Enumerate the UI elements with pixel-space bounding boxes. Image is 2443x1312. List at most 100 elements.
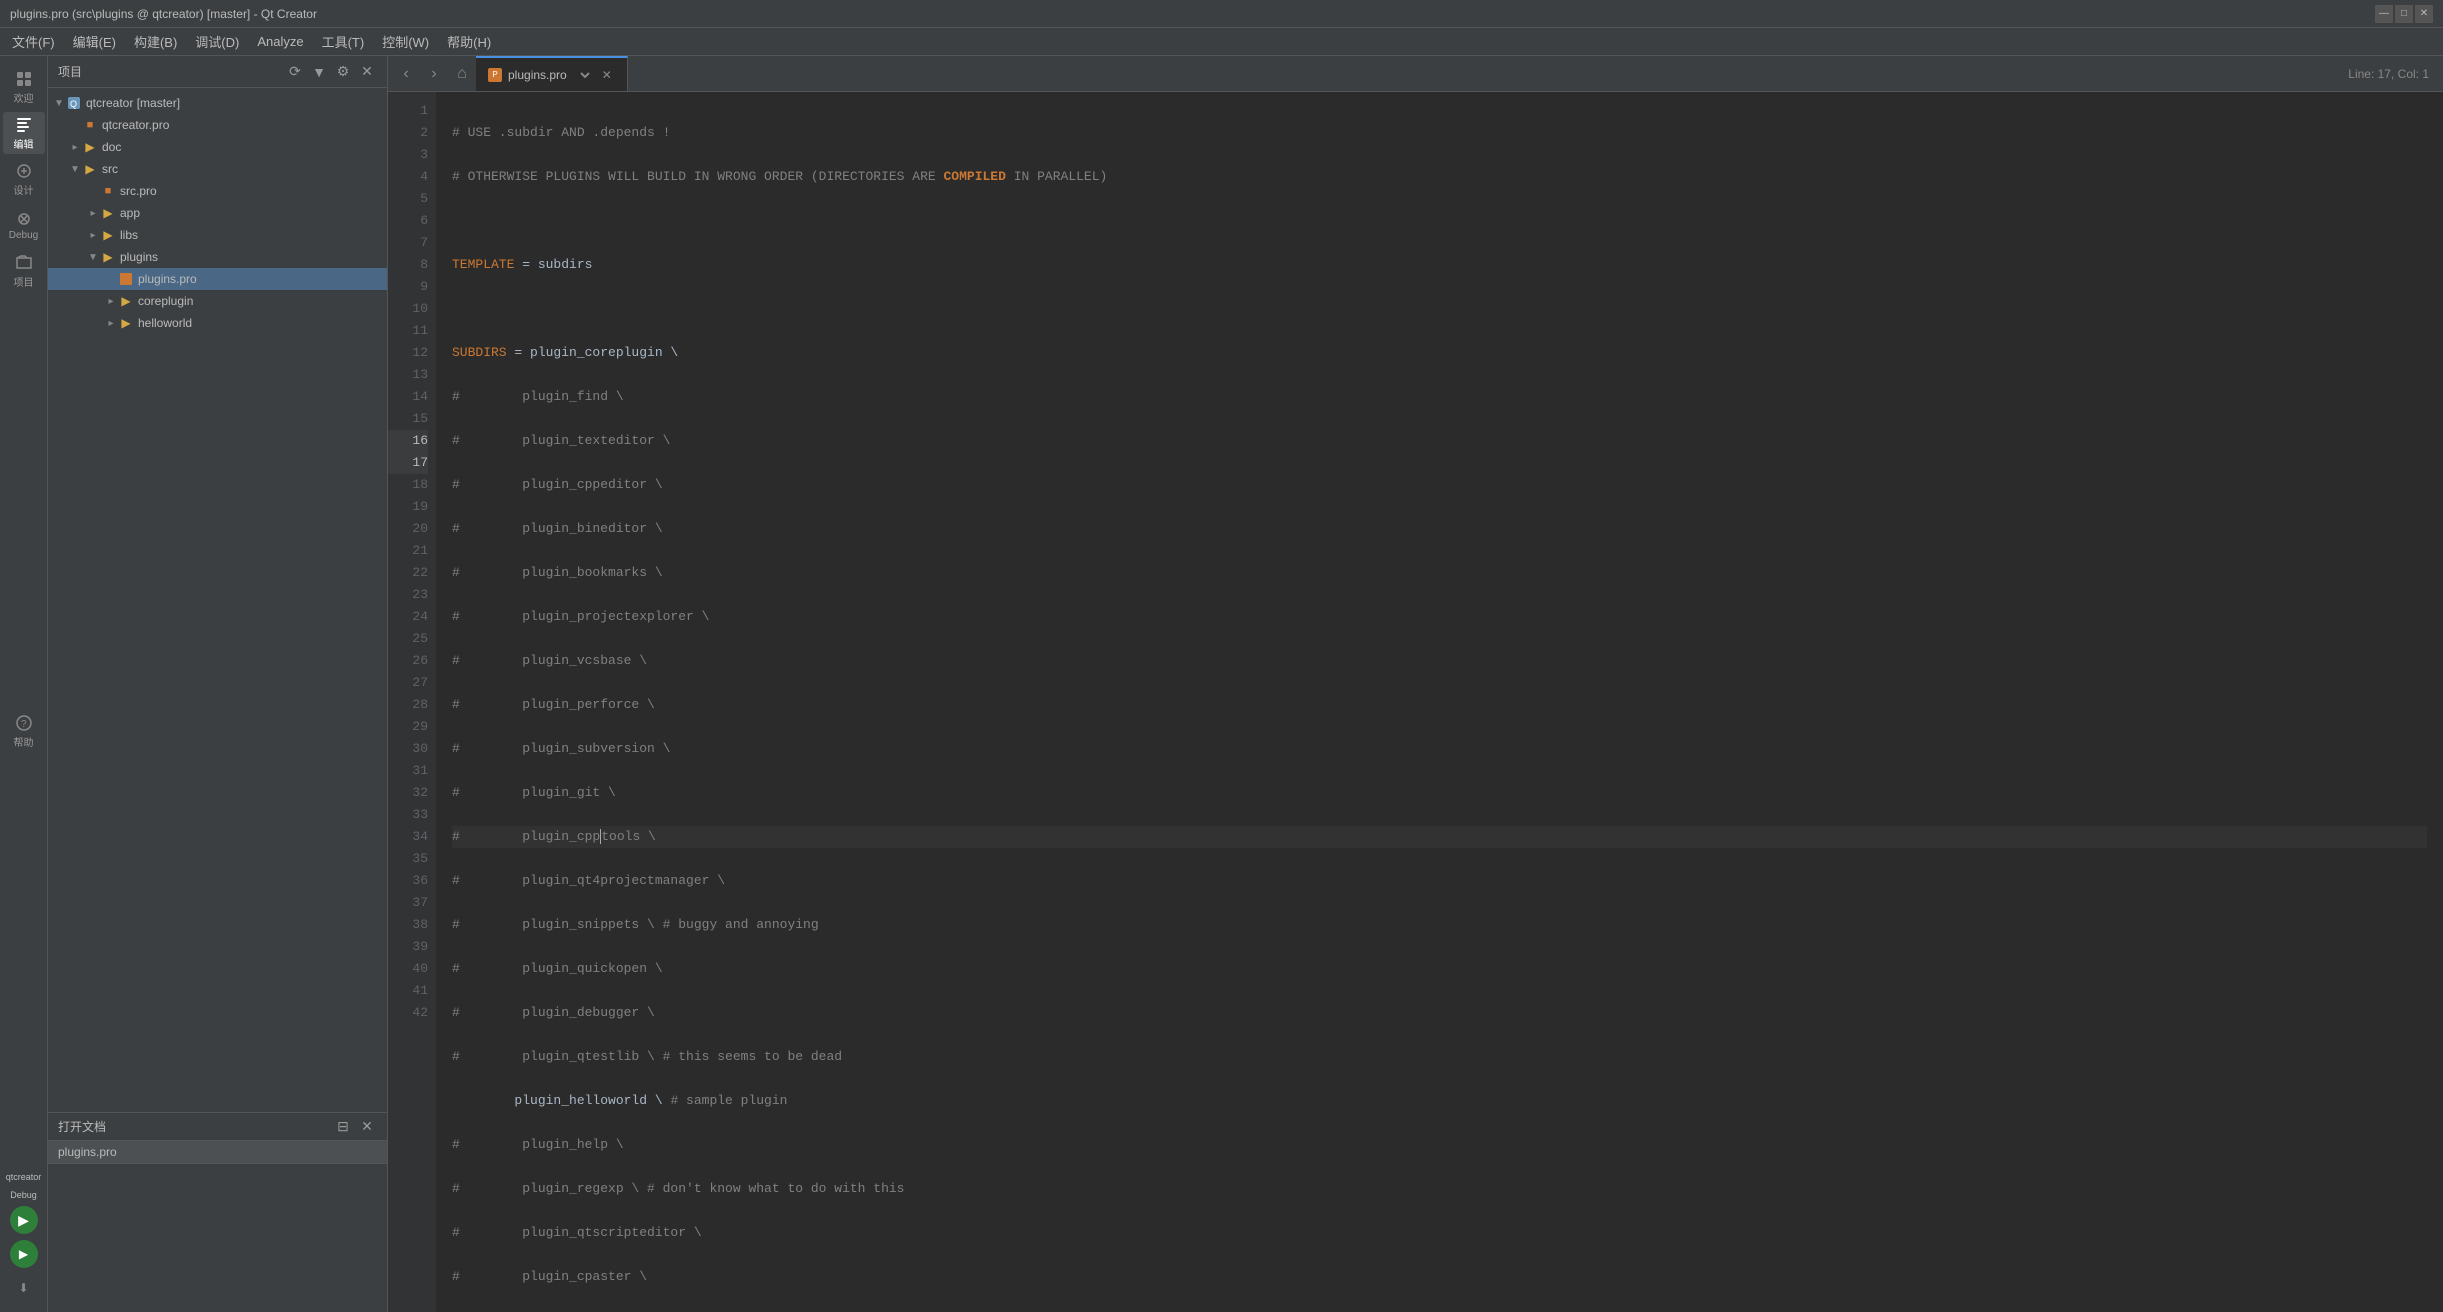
ln-22: 22 [388,562,428,584]
line-col-text: Line: 17, Col: 1 [2348,67,2429,81]
tree-item-qtcreator-pro[interactable]: ▸ ■ qtcreator.pro [48,114,387,136]
tree-item-plugins[interactable]: ▼ ▶ plugins [48,246,387,268]
ln-36: 36 [388,870,428,892]
menu-edit[interactable]: 编辑(E) [65,28,124,55]
project-panel: 项目 ⟳ ▼ ⚙ ✕ ▼ Q qtcreator [master] ▸ ■ [48,56,388,1312]
code-text-9: # plugin_cppeditor \ [452,474,663,496]
tab-forward-button[interactable]: › [420,56,448,91]
close-open-files-button[interactable]: ✕ [357,1117,377,1137]
close-button[interactable]: ✕ [2415,5,2433,23]
open-file-item[interactable]: plugins.pro [48,1141,387,1164]
debug-run-button[interactable]: ▶ [10,1240,38,1268]
menu-help[interactable]: 帮助(H) [439,28,499,55]
run-target-label: qtcreator [4,1170,44,1184]
welcome-icon [15,70,33,88]
code-text-8: # plugin_texteditor \ [452,430,670,452]
ln-23: 23 [388,584,428,606]
step-into-button[interactable]: ⬇ [10,1274,38,1302]
svg-text:Q: Q [70,99,77,109]
sidebar-project[interactable]: 项目 [3,250,45,292]
code-line-23: plugin_helloworld \ # sample plugin [452,1090,2427,1112]
code-content[interactable]: # USE .subdir AND .depends ! # OTHERWISE… [436,92,2443,1312]
code-line-19: # plugin_snippets \ # buggy and annoying [452,914,2427,936]
sidebar-debug[interactable]: Debug [3,204,45,246]
tab-back-button[interactable]: ‹ [392,56,420,91]
tab-dropdown[interactable]: ▾ [573,66,593,84]
minimize-button[interactable]: — [2375,5,2393,23]
code-text-20: # plugin_quickopen \ [452,958,663,980]
title-text: plugins.pro (src\plugins @ qtcreator) [m… [10,7,317,21]
filter-button[interactable]: ▼ [309,62,329,82]
tree-item-app[interactable]: ▸ ▶ app [48,202,387,224]
run-button[interactable]: ▶ [10,1206,38,1234]
open-file-name: plugins.pro [58,1145,117,1159]
code-line-14: # plugin_perforce \ [452,694,2427,716]
tree-item-src-pro[interactable]: ▸ ■ src.pro [48,180,387,202]
settings-button[interactable]: ⚙ [333,62,353,82]
edit-label: 编辑 [14,136,34,151]
menu-control[interactable]: 控制(W) [374,28,437,55]
code-text-26: # plugin_qtscripteditor \ [452,1222,702,1244]
code-line-6: SUBDIRS = plugin_coreplugin \ [452,342,2427,364]
tree-label-doc: doc [102,140,121,154]
tab-plugins-pro[interactable]: P plugins.pro ▾ ✕ [476,56,628,91]
debug-label: Debug [9,230,38,241]
split-button[interactable]: ⊟ [333,1117,353,1137]
sync-button[interactable]: ⟳ [285,62,305,82]
code-line-16: # plugin_git \ [452,782,2427,804]
helloworld-folder-icon: ▶ [118,315,134,331]
menu-file[interactable]: 文件(F) [4,28,63,55]
arrow-plugins: ▼ [86,250,100,264]
code-text-2: # OTHERWISE PLUGINS WILL BUILD IN WRONG … [452,166,1107,188]
tree-item-qtcreator[interactable]: ▼ Q qtcreator [master] [48,92,387,114]
sidebar-welcome[interactable]: 欢迎 [3,66,45,108]
tab-file-icon: P [488,68,502,82]
tree-item-helloworld[interactable]: ▸ ▶ helloworld [48,312,387,334]
sidebar-edit[interactable]: 编辑 [3,112,45,154]
ln-33: 33 [388,804,428,826]
ln-7: 7 [388,232,428,254]
ln-39: 39 [388,936,428,958]
ln-26: 26 [388,650,428,672]
ln-8: 8 [388,254,428,276]
close-panel-button[interactable]: ✕ [357,62,377,82]
debug-icon [15,210,33,228]
tree-item-doc[interactable]: ▸ ▶ doc [48,136,387,158]
code-text-18: # plugin_qt4projectmanager \ [452,870,725,892]
title-bar: plugins.pro (src\plugins @ qtcreator) [m… [0,0,2443,28]
project-panel-header: 项目 ⟳ ▼ ⚙ ✕ [48,56,387,88]
ln-4: 4 [388,166,428,188]
tree-label-libs: libs [120,228,138,242]
code-text-17: # plugin_cpptools \ [452,826,656,848]
sidebar-design[interactable]: 设计 [3,158,45,200]
code-line-5 [452,298,2427,320]
tree-item-src[interactable]: ▼ ▶ src [48,158,387,180]
menu-analyze[interactable]: Analyze [249,30,311,53]
ln-15: 15 [388,408,428,430]
tree-item-libs[interactable]: ▸ ▶ libs [48,224,387,246]
help-icon: ? [15,714,33,732]
ln-21: 21 [388,540,428,562]
tree-item-plugins-pro[interactable]: ▸ plugins.pro [48,268,387,290]
ln-11: 11 [388,320,428,342]
tree-item-coreplugin[interactable]: ▸ ▶ coreplugin [48,290,387,312]
ln-31: 31 [388,760,428,782]
menu-tools[interactable]: 工具(T) [314,28,373,55]
design-icon [15,162,33,180]
ln-34: 34 [388,826,428,848]
arrow-libs: ▸ [86,228,100,242]
menu-debug[interactable]: 调试(D) [187,28,247,55]
code-line-21: # plugin_debugger \ [452,1002,2427,1024]
design-label: 设计 [14,182,34,197]
tab-close-button[interactable]: ✕ [599,67,615,83]
tree-label-helloworld: helloworld [138,316,192,330]
ln-25: 25 [388,628,428,650]
open-files-panel: 打开文档 ⊟ ✕ plugins.pro [48,1112,387,1312]
sidebar-help[interactable]: ? 帮助 [3,710,45,752]
code-text-16: # plugin_git \ [452,782,616,804]
maximize-button[interactable]: □ [2395,5,2413,23]
src-folder-icon: ▶ [82,161,98,177]
tab-home-button[interactable]: ⌂ [448,56,476,91]
menu-build[interactable]: 构建(B) [126,28,185,55]
qtcreator-pro-icon: ■ [82,117,98,133]
